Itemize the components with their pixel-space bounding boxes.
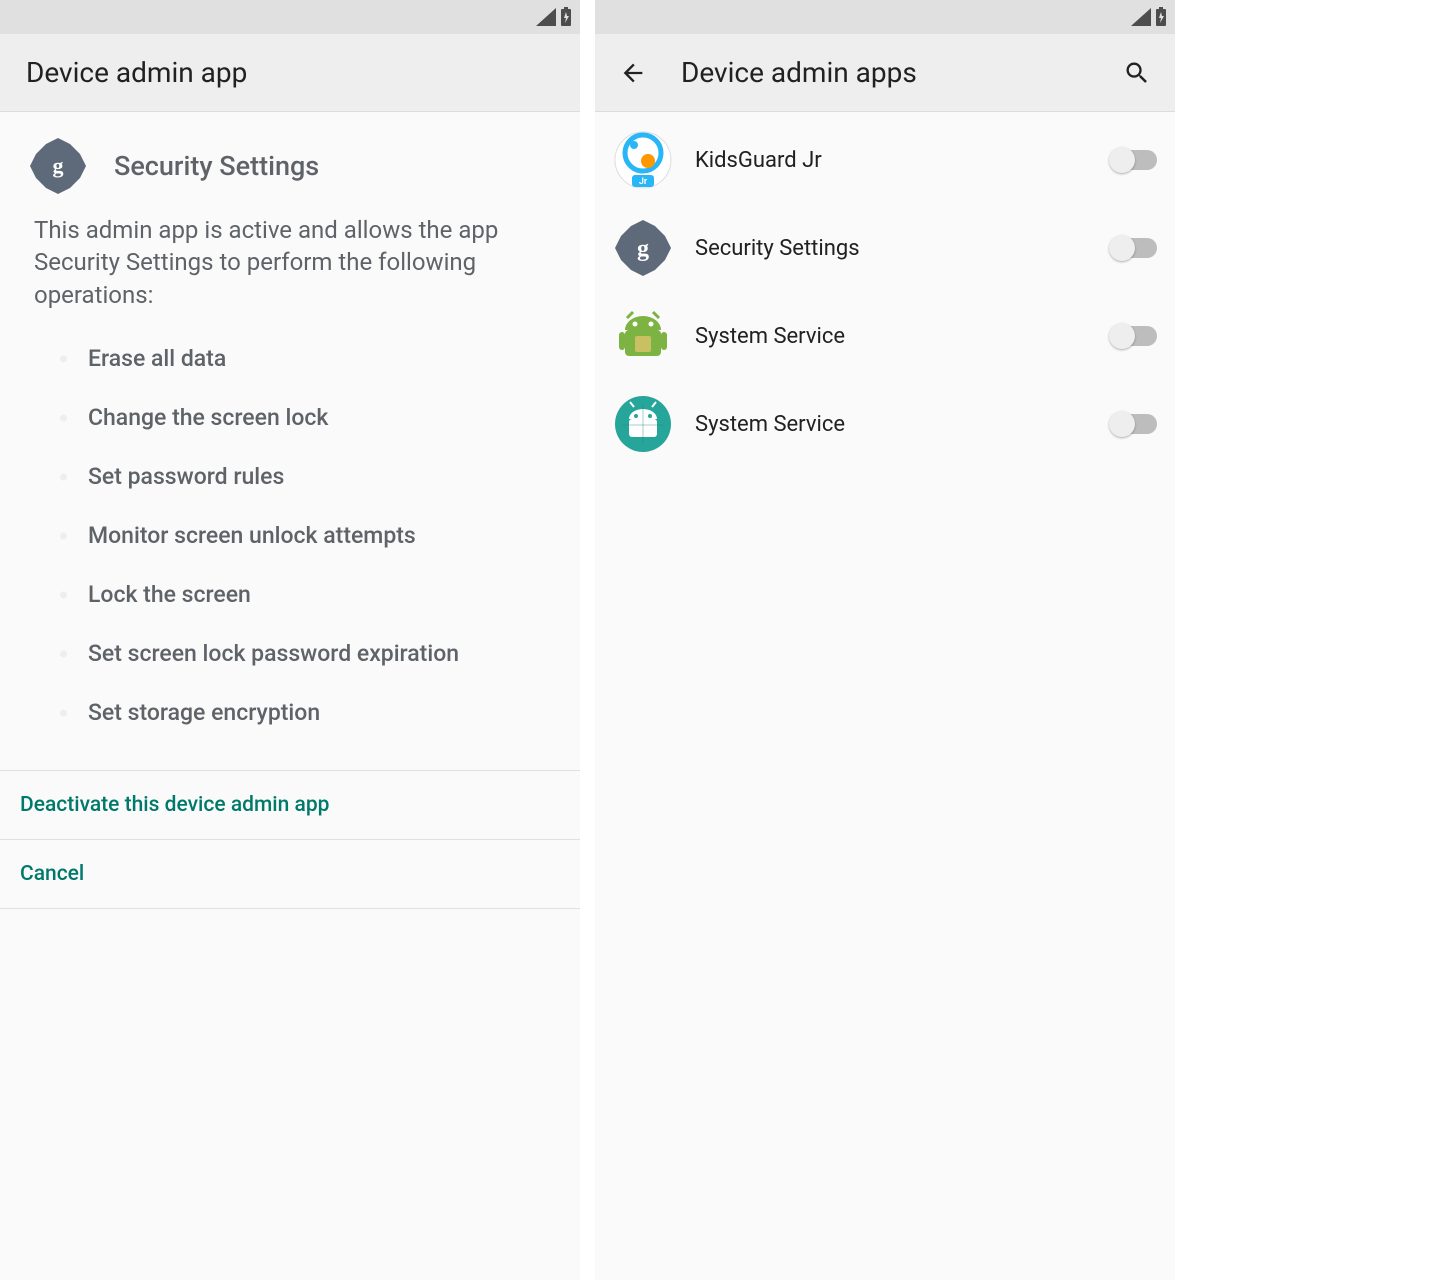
- gear-google-icon: g: [613, 218, 673, 278]
- app-bar: Device admin apps: [595, 34, 1175, 112]
- deactivate-button[interactable]: Deactivate this device admin app: [0, 770, 580, 839]
- search-button[interactable]: [1117, 53, 1157, 93]
- permission-item: Set password rules: [60, 447, 546, 506]
- permission-item: Set storage encryption: [60, 683, 546, 742]
- admin-app-label: Security Settings: [695, 236, 1089, 261]
- status-bar: [595, 0, 1175, 34]
- toggle-switch[interactable]: [1111, 414, 1157, 434]
- app-bar: Device admin app: [0, 34, 580, 112]
- kidsguard-icon: Jr: [613, 130, 673, 190]
- toggle-switch[interactable]: [1111, 238, 1157, 258]
- toggle-switch[interactable]: [1111, 326, 1157, 346]
- admin-description: This admin app is active and allows the …: [0, 206, 580, 329]
- signal-icon: [536, 8, 556, 26]
- permission-list: Erase all data Change the screen lock Se…: [0, 329, 580, 770]
- status-bar: [0, 0, 580, 34]
- toggle-switch[interactable]: [1111, 150, 1157, 170]
- app-name: Security Settings: [114, 150, 319, 182]
- permission-item: Change the screen lock: [60, 388, 546, 447]
- admin-app-row[interactable]: System Service: [595, 292, 1175, 380]
- admin-app-row[interactable]: System Service: [595, 380, 1175, 468]
- search-icon: [1123, 59, 1151, 87]
- android-box-icon: [613, 306, 673, 366]
- permission-item: Lock the screen: [60, 565, 546, 624]
- svg-text:g: g: [637, 236, 649, 262]
- cancel-button[interactable]: Cancel: [0, 839, 580, 909]
- svg-text:Jr: Jr: [639, 177, 648, 187]
- permission-item: Erase all data: [60, 329, 546, 388]
- left-screen: Device admin app g Security Settings Thi…: [0, 0, 580, 1280]
- admin-app-row[interactable]: g Security Settings: [595, 204, 1175, 292]
- admin-app-row[interactable]: Jr KidsGuard Jr: [595, 116, 1175, 204]
- battery-icon: [560, 7, 572, 27]
- right-screen: Device admin apps Jr KidsGuard Jr: [595, 0, 1175, 1280]
- svg-text:g: g: [53, 153, 64, 178]
- arrow-left-icon: [619, 59, 647, 87]
- admin-apps-list: Jr KidsGuard Jr g Security Settings: [595, 112, 1175, 468]
- signal-icon: [1131, 8, 1151, 26]
- page-title: Device admin apps: [681, 56, 1089, 89]
- admin-detail: g Security Settings This admin app is ac…: [0, 112, 580, 909]
- gear-google-icon: g: [28, 136, 88, 196]
- android-circle-icon: [613, 394, 673, 454]
- battery-icon: [1155, 7, 1167, 27]
- admin-app-label: System Service: [695, 412, 1089, 437]
- page-title: Device admin app: [26, 56, 562, 89]
- permission-item: Set screen lock password expiration: [60, 624, 546, 683]
- admin-app-label: KidsGuard Jr: [695, 148, 1089, 173]
- admin-app-label: System Service: [695, 324, 1089, 349]
- permission-item: Monitor screen unlock attempts: [60, 506, 546, 565]
- back-button[interactable]: [613, 53, 653, 93]
- app-header: g Security Settings: [0, 112, 580, 206]
